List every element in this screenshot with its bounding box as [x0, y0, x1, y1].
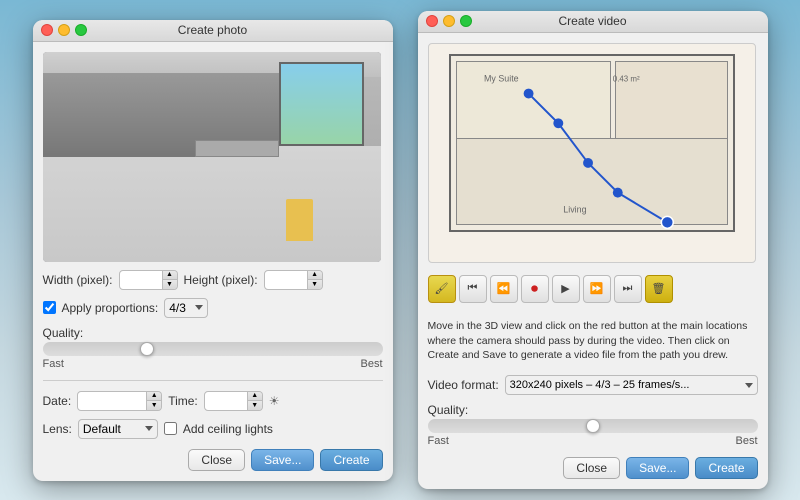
width-label: Width (pixel):	[43, 273, 113, 287]
video-create-button[interactable]: Create	[695, 457, 757, 479]
divider1	[43, 380, 383, 381]
time-arrows[interactable]: ▲ ▼	[248, 391, 263, 411]
video-info-text: Move in the 3D view and click on the red…	[428, 315, 758, 367]
kitchen-scene	[43, 52, 381, 262]
kitchen-window	[279, 62, 364, 146]
quality-fast-label: Fast	[43, 358, 64, 370]
proportions-label: Apply proportions:	[62, 301, 159, 315]
video-format-row: Video format: 320x240 pixels – 4/3 – 25 …	[428, 375, 758, 395]
photo-title-bar: Create photo	[33, 20, 393, 42]
kitchen-preview	[43, 52, 381, 262]
camera-path-svg: My Suite 0.43 m² Living	[429, 44, 755, 262]
video-dialog-title: Create video	[558, 14, 626, 28]
lens-label: Lens:	[43, 422, 72, 436]
width-input[interactable]: 600	[119, 270, 163, 290]
date-time-row: Date: 9/26/2010 ▲ ▼ Time: 13:00 ▲ ▼ ☀	[43, 391, 383, 411]
minimize-traffic-light-video[interactable]	[443, 15, 455, 27]
video-close-button[interactable]: Close	[563, 457, 620, 479]
sun-icon[interactable]: ☀	[269, 394, 280, 408]
close-traffic-light-video[interactable]	[426, 15, 438, 27]
kitchen-sink	[195, 140, 280, 157]
photo-dialog-title: Create photo	[178, 23, 247, 37]
time-input[interactable]: 13:00	[204, 391, 248, 411]
kitchen-floor	[43, 146, 381, 262]
width-arrows[interactable]: ▲ ▼	[163, 270, 178, 290]
time-down[interactable]: ▼	[248, 401, 262, 410]
maximize-traffic-light-video[interactable]	[460, 15, 472, 27]
date-input[interactable]: 9/26/2010	[77, 391, 147, 411]
record-button[interactable]: ⏺	[521, 275, 549, 303]
height-down[interactable]: ▼	[308, 280, 322, 289]
quality-slider[interactable]	[43, 342, 383, 356]
svg-text:Living: Living	[563, 204, 586, 214]
rewind-button[interactable]: ⏪	[490, 275, 518, 303]
video-quality-best-label: Best	[735, 435, 757, 447]
date-down[interactable]: ▼	[147, 401, 161, 410]
quality-slider-row	[43, 342, 383, 356]
traffic-lights-video	[426, 15, 472, 27]
photo-dialog: Create photo Width (pixel): 600 ▲	[33, 20, 393, 481]
trash-button[interactable]: 🗑	[645, 275, 673, 303]
ceiling-lights-checkbox[interactable]	[164, 422, 177, 435]
skip-forward-button[interactable]: ⏭	[614, 275, 642, 303]
video-button-row: Close Save... Create	[428, 455, 758, 479]
svg-text:0.43 m²: 0.43 m²	[612, 75, 639, 84]
height-arrows[interactable]: ▲ ▼	[308, 270, 323, 290]
photo-dialog-content: Width (pixel): 600 ▲ ▼ Height (pixel): 4…	[33, 42, 393, 481]
proportions-select[interactable]: 4/3 16/9	[164, 298, 208, 318]
photo-close-button[interactable]: Close	[188, 449, 245, 471]
height-label: Height (pixel):	[184, 273, 258, 287]
date-label: Date:	[43, 394, 72, 408]
video-quality-fast-label: Fast	[428, 435, 449, 447]
floor-plan-preview: My Suite 0.43 m² Living	[428, 43, 756, 263]
width-stepper[interactable]: 600 ▲ ▼	[119, 270, 178, 290]
photo-create-button[interactable]: Create	[320, 449, 382, 471]
skip-back-button[interactable]: ⏮	[459, 275, 487, 303]
width-up[interactable]: ▲	[163, 271, 177, 280]
time-label: Time:	[168, 394, 198, 408]
paint-brush-button[interactable]: 🖌	[428, 275, 456, 303]
time-stepper[interactable]: 13:00 ▲ ▼	[204, 391, 263, 411]
photo-save-button[interactable]: Save...	[251, 449, 314, 471]
proportions-row: Apply proportions: 4/3 16/9	[43, 298, 383, 318]
close-traffic-light[interactable]	[41, 24, 53, 36]
svg-text:My Suite: My Suite	[483, 74, 518, 84]
time-up[interactable]: ▲	[248, 392, 262, 401]
video-dialog-content: My Suite 0.43 m² Living 🖌 ⏮ ⏪ ⏺ ▶ ⏩ ⏭ 🗑 …	[418, 33, 768, 489]
video-save-button[interactable]: Save...	[626, 457, 689, 479]
play-button[interactable]: ▶	[552, 275, 580, 303]
video-format-label: Video format:	[428, 378, 499, 392]
date-up[interactable]: ▲	[147, 392, 161, 401]
video-quality-slider[interactable]	[428, 419, 758, 433]
video-toolbar: 🖌 ⏮ ⏪ ⏺ ▶ ⏩ ⏭ 🗑	[428, 271, 758, 307]
video-title-bar: Create video	[418, 11, 768, 33]
traffic-lights-photo	[41, 24, 87, 36]
video-format-select[interactable]: 320x240 pixels – 4/3 – 25 frames/s... 64…	[505, 375, 758, 395]
height-input[interactable]: 450	[264, 270, 308, 290]
video-quality-label: Quality:	[428, 403, 758, 417]
photo-button-row: Close Save... Create	[43, 447, 383, 471]
video-quality-labels: Fast Best	[428, 435, 758, 447]
video-quality-row: Quality: Fast Best	[428, 403, 758, 447]
width-down[interactable]: ▼	[163, 280, 177, 289]
video-dialog: Create video My Suite 0.43 m² L	[418, 11, 768, 489]
quality-best-label: Best	[360, 358, 382, 370]
height-up[interactable]: ▲	[308, 271, 322, 280]
date-arrows[interactable]: ▲ ▼	[147, 391, 162, 411]
fast-forward-button[interactable]: ⏩	[583, 275, 611, 303]
minimize-traffic-light[interactable]	[58, 24, 70, 36]
quality-label: Quality:	[43, 326, 383, 340]
kitchen-stool	[286, 199, 313, 241]
dimensions-row: Width (pixel): 600 ▲ ▼ Height (pixel): 4…	[43, 270, 383, 290]
video-quality-slider-row	[428, 419, 758, 433]
lens-row: Lens: Default Add ceiling lights	[43, 419, 383, 439]
date-stepper[interactable]: 9/26/2010 ▲ ▼	[77, 391, 162, 411]
maximize-traffic-light[interactable]	[75, 24, 87, 36]
quality-row: Quality: Fast Best	[43, 326, 383, 370]
quality-labels: Fast Best	[43, 358, 383, 370]
lens-select[interactable]: Default	[78, 419, 158, 439]
height-stepper[interactable]: 450 ▲ ▼	[264, 270, 323, 290]
proportions-checkbox[interactable]	[43, 301, 56, 314]
ceiling-lights-label: Add ceiling lights	[183, 422, 273, 436]
